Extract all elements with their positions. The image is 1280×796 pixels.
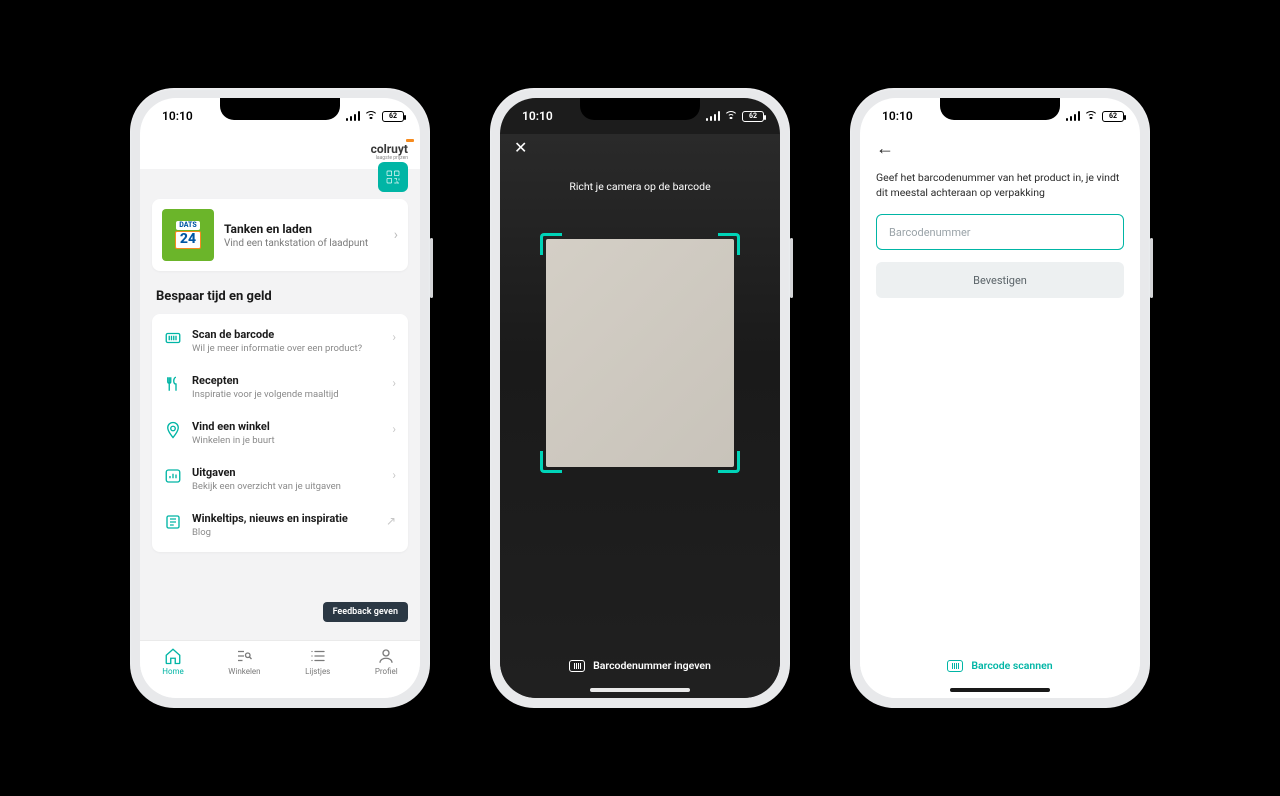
- battery-icon: 62: [742, 111, 764, 122]
- list-item-expenses[interactable]: Uitgaven Bekijk een overzicht van je uit…: [152, 456, 408, 502]
- list-title: Recepten: [192, 374, 382, 387]
- brand-logo: colruyt: [371, 142, 408, 156]
- section-heading: Bespaar tijd en geld: [140, 285, 420, 314]
- tab-label: Home: [162, 667, 184, 676]
- tab-bar: Home Winkelen Lijstjes Profiel: [140, 640, 420, 698]
- chevron-right-icon: ›: [392, 376, 396, 390]
- wifi-icon: [364, 111, 378, 121]
- chevron-right-icon: ›: [392, 422, 396, 436]
- chart-icon: [164, 467, 182, 485]
- tab-shopping[interactable]: Winkelen: [228, 647, 260, 676]
- scanner-instruction: Richt je camera op de barcode: [569, 180, 710, 193]
- list-item-findstore[interactable]: Vind een winkel Winkelen in je buurt ›: [152, 410, 408, 456]
- hero-card-fuel[interactable]: DATS 24 Tanken en laden Vind een tanksta…: [152, 199, 408, 271]
- wifi-icon: [724, 111, 738, 121]
- list-icon: [309, 647, 327, 665]
- signal-icon: [1066, 111, 1081, 121]
- close-button[interactable]: ✕: [514, 138, 527, 157]
- confirm-button[interactable]: Bevestigen: [876, 262, 1124, 298]
- tab-home[interactable]: Home: [162, 647, 184, 676]
- chevron-right-icon: ›: [392, 468, 396, 482]
- home-indicator: [590, 688, 690, 692]
- list-title: Winkeltips, nieuws en inspiratie: [192, 512, 376, 525]
- scan-corner-icon: [718, 451, 740, 473]
- device-notch: [580, 98, 700, 120]
- bottom-action-label: Barcode scannen: [971, 659, 1052, 672]
- bottom-action-label: Barcodenummer ingeven: [593, 659, 711, 672]
- form-instruction: Geef het barcodenummer van het product i…: [876, 171, 1124, 200]
- confirm-label: Bevestigen: [973, 274, 1027, 287]
- hero-subtitle: Vind een tankstation of laadpunt: [224, 238, 384, 249]
- signal-icon: [346, 111, 361, 121]
- list-subtitle: Inspiratie voor je volgende maaltijd: [192, 389, 382, 400]
- search-list-icon: [235, 647, 253, 665]
- status-time: 10:10: [882, 109, 913, 123]
- hero-title: Tanken en laden: [224, 222, 384, 236]
- phone-mockup-home: 10:10 62 colruyt laagste prijzen DATS: [130, 88, 430, 708]
- barcode-icon: [569, 660, 585, 672]
- barcode-icon: [947, 660, 963, 672]
- list-item-scan[interactable]: Scan de barcode Wil je meer informatie o…: [152, 318, 408, 364]
- qr-icon: [385, 169, 401, 185]
- input-placeholder: Barcodenummer: [889, 226, 971, 239]
- camera-preview: [546, 239, 734, 467]
- location-icon: [164, 421, 182, 439]
- phone-mockup-barcode-entry: 10:10 62 ← Geef het barcodenummer van he…: [850, 88, 1150, 708]
- battery-icon: 62: [382, 111, 404, 122]
- profile-icon: [377, 647, 395, 665]
- tab-lists[interactable]: Lijstjes: [305, 647, 330, 676]
- list-subtitle: Bekijk een overzicht van je uitgaven: [192, 481, 382, 492]
- phone-mockup-scanner: 10:10 62 ✕ Richt je camera op de barcode…: [490, 88, 790, 708]
- home-indicator: [950, 688, 1050, 692]
- scan-viewport: [540, 233, 740, 473]
- home-icon: [164, 647, 182, 665]
- chevron-right-icon: ›: [394, 227, 398, 243]
- app-header: colruyt laagste prijzen: [140, 134, 420, 169]
- enter-barcode-button[interactable]: Barcodenummer ingeven: [500, 659, 780, 672]
- tab-label: Lijstjes: [305, 667, 330, 676]
- qr-scan-button[interactable]: [378, 162, 408, 192]
- feedback-button[interactable]: Feedback geven: [323, 602, 408, 622]
- barcode-input[interactable]: Barcodenummer: [876, 214, 1124, 250]
- scan-corner-icon: [540, 233, 562, 255]
- dats24-logo: DATS 24: [162, 209, 214, 261]
- device-notch: [220, 98, 340, 120]
- back-button[interactable]: ←: [876, 138, 894, 159]
- shortcuts-list: Scan de barcode Wil je meer informatie o…: [152, 314, 408, 552]
- scan-corner-icon: [540, 451, 562, 473]
- utensils-icon: [164, 375, 182, 393]
- list-item-blog[interactable]: Winkeltips, nieuws en inspiratie Blog ↗: [152, 502, 408, 548]
- tab-label: Winkelen: [228, 667, 260, 676]
- status-time: 10:10: [162, 109, 193, 123]
- external-link-icon: ↗: [386, 514, 396, 528]
- list-title: Uitgaven: [192, 466, 382, 479]
- scan-barcode-button[interactable]: Barcode scannen: [860, 659, 1140, 672]
- tab-label: Profiel: [375, 667, 398, 676]
- list-subtitle: Wil je meer informatie over een product?: [192, 343, 382, 354]
- news-icon: [164, 513, 182, 531]
- status-time: 10:10: [522, 109, 553, 123]
- list-subtitle: Blog: [192, 527, 376, 538]
- list-item-recipes[interactable]: Recepten Inspiratie voor je volgende maa…: [152, 364, 408, 410]
- signal-icon: [706, 111, 721, 121]
- battery-icon: 62: [1102, 111, 1124, 122]
- tab-profile[interactable]: Profiel: [375, 647, 398, 676]
- scan-corner-icon: [718, 233, 740, 255]
- chevron-right-icon: ›: [392, 330, 396, 344]
- list-title: Vind een winkel: [192, 420, 382, 433]
- list-title: Scan de barcode: [192, 328, 382, 341]
- device-notch: [940, 98, 1060, 120]
- list-subtitle: Winkelen in je buurt: [192, 435, 382, 446]
- barcode-icon: [164, 329, 182, 347]
- wifi-icon: [1084, 111, 1098, 121]
